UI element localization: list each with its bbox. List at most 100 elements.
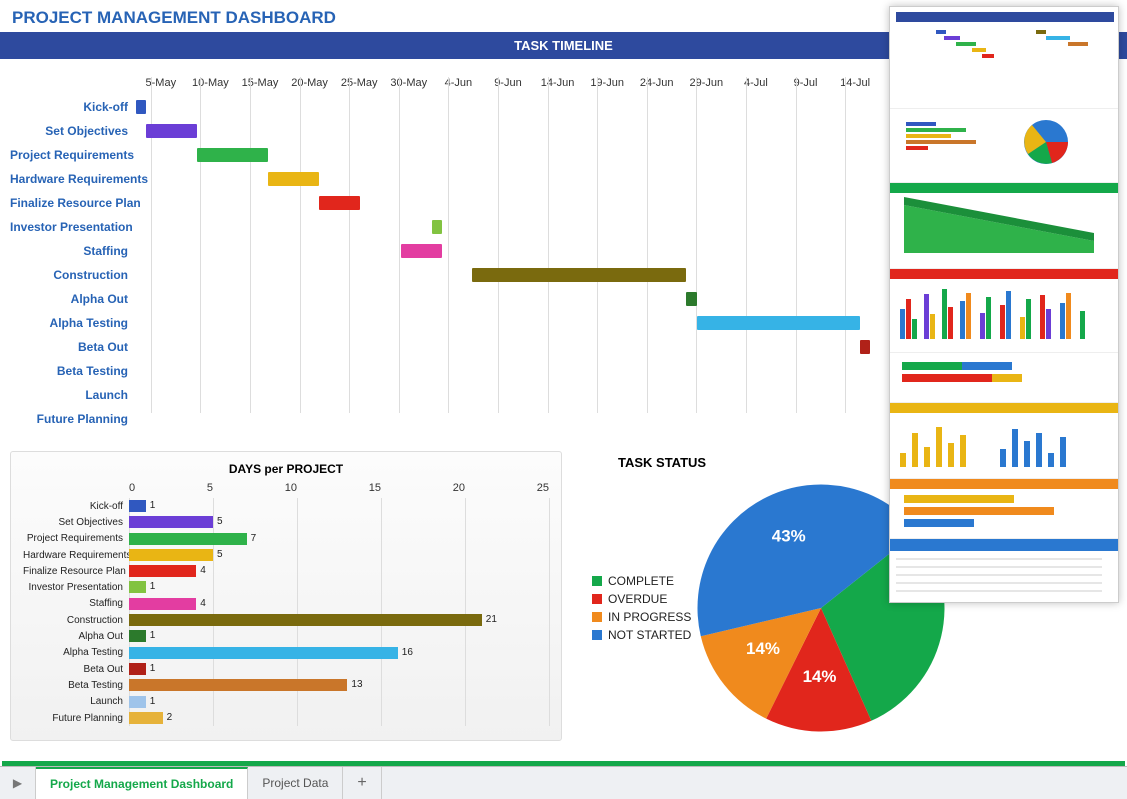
pie-label: 14% [746, 639, 780, 658]
days-value: 7 [251, 533, 257, 544]
chart-icon [896, 358, 1114, 392]
days-bar [129, 614, 482, 626]
days-bar [129, 533, 247, 545]
gantt-track [136, 143, 880, 167]
days-label: Investor Presentation [23, 582, 129, 593]
chart-icon [896, 12, 1114, 98]
gantt-bar [432, 220, 442, 234]
days-track: 1 [129, 579, 549, 595]
thumbnail-sidebar[interactable] [889, 6, 1119, 603]
days-tick: 15 [369, 482, 381, 494]
legend-row: COMPLETE [592, 574, 691, 588]
gantt-task-label: Launch [10, 388, 136, 402]
days-row: Launch1 [23, 694, 549, 710]
tab-scroll-button[interactable]: ▶ [0, 767, 36, 799]
days-track: 1 [129, 498, 549, 514]
gantt-bar [197, 148, 268, 162]
days-rows: Kick-off1Set Objectives5Project Requirem… [23, 498, 549, 726]
days-track: 4 [129, 596, 549, 612]
days-bar [129, 630, 146, 642]
days-row: Finalize Resource Plan4 [23, 563, 549, 579]
gantt-track [136, 359, 880, 383]
legend-label: NOT STARTED [608, 628, 691, 642]
legend-swatch [592, 612, 602, 622]
days-row: Alpha Out 1 [23, 628, 549, 644]
days-label: Finalize Resource Plan [23, 566, 129, 577]
days-label: Project Requirements [23, 533, 129, 544]
days-value: 1 [150, 696, 156, 707]
thumb-5[interactable] [890, 353, 1118, 403]
gantt-task-label: Staffing [10, 244, 136, 258]
days-label: Alpha Out [23, 631, 129, 642]
legend-label: COMPLETE [608, 574, 674, 588]
gantt-track [136, 95, 880, 119]
thumb-2[interactable] [890, 109, 1118, 183]
days-track: 4 [129, 563, 549, 579]
tab-dashboard[interactable]: Project Management Dashboard [36, 767, 248, 799]
legend-row: IN PROGRESS [592, 610, 691, 624]
gantt-task-label: Alpha Out [10, 292, 136, 306]
days-row: Investor Presentation1 [23, 579, 549, 595]
gantt-track [136, 215, 880, 239]
gantt-tick: 14-Jun [533, 77, 583, 95]
gantt-tick: 4-Jul [731, 77, 781, 95]
legend-label: OVERDUE [608, 592, 667, 606]
gantt-tick: 19-Jun [582, 77, 632, 95]
gantt-task-label: Project Requirements [10, 148, 136, 162]
gantt-task-label: Construction [10, 268, 136, 282]
gantt-bar [686, 292, 696, 306]
days-track: 1 [129, 661, 549, 677]
tab-add-button[interactable]: + [343, 767, 381, 799]
days-row: Kick-off1 [23, 498, 549, 514]
thumb-6[interactable] [890, 403, 1118, 479]
thumb-3[interactable] [890, 183, 1118, 269]
gantt-task-label: Kick-off [10, 100, 136, 114]
gantt-date-axis: 5-May10-May15-May20-May25-May30-May4-Jun… [136, 77, 880, 95]
tab-project-data[interactable]: Project Data [248, 767, 343, 799]
gantt-task-label: Alpha Testing [10, 316, 136, 330]
days-label: Alpha Testing [23, 647, 129, 658]
thumb-1[interactable] [890, 7, 1118, 109]
gantt-tick: 24-Jun [632, 77, 682, 95]
legend-label: IN PROGRESS [608, 610, 691, 624]
days-track: 5 [129, 514, 549, 530]
days-per-project-panel: DAYS per PROJECT 0510152025 Kick-off1Set… [10, 451, 562, 741]
days-label: Beta Testing [23, 680, 129, 691]
days-row: Future Planning2 [23, 710, 549, 726]
days-label: Hardware Requirements [23, 550, 129, 561]
days-value: 2 [167, 712, 173, 723]
days-bar [129, 712, 163, 724]
days-bar [129, 647, 398, 659]
gantt-tick: 9-Jun [483, 77, 533, 95]
days-row: Alpha Testing16 [23, 645, 549, 661]
chart-icon [890, 193, 1108, 263]
pie-label: 14% [803, 667, 837, 686]
days-bar [129, 549, 213, 561]
gantt-track [136, 407, 880, 431]
days-bar [129, 516, 213, 528]
days-value: 1 [150, 630, 156, 641]
gantt-tick: 29-Jun [682, 77, 732, 95]
thumb-4[interactable] [890, 269, 1118, 353]
days-row: Project Requirements 7 [23, 531, 549, 547]
thumb-8[interactable] [890, 539, 1118, 602]
days-track: 1 [129, 628, 549, 644]
days-track: 5 [129, 547, 549, 563]
gantt-tick: 30-May [384, 77, 434, 95]
pie-legend: COMPLETE OVERDUE IN PROGRESS NOT STARTED [592, 570, 691, 646]
gantt-bar [146, 124, 197, 138]
days-value: 5 [217, 549, 223, 560]
gantt-track [136, 311, 880, 335]
gantt-tick: 9-Jul [781, 77, 831, 95]
days-bar [129, 663, 146, 675]
days-value: 5 [217, 516, 223, 527]
days-label: Construction [23, 615, 129, 626]
gantt-tick: 15-May [235, 77, 285, 95]
gantt-bar [319, 196, 360, 210]
gantt-task-label: Beta Out [10, 340, 136, 354]
days-tick: 0 [129, 482, 135, 494]
days-track: 2 [129, 710, 549, 726]
days-track: 13 [129, 677, 549, 693]
thumb-7[interactable] [890, 479, 1118, 539]
sheet-tab-bar: ▶ Project Management Dashboard Project D… [0, 766, 1127, 799]
